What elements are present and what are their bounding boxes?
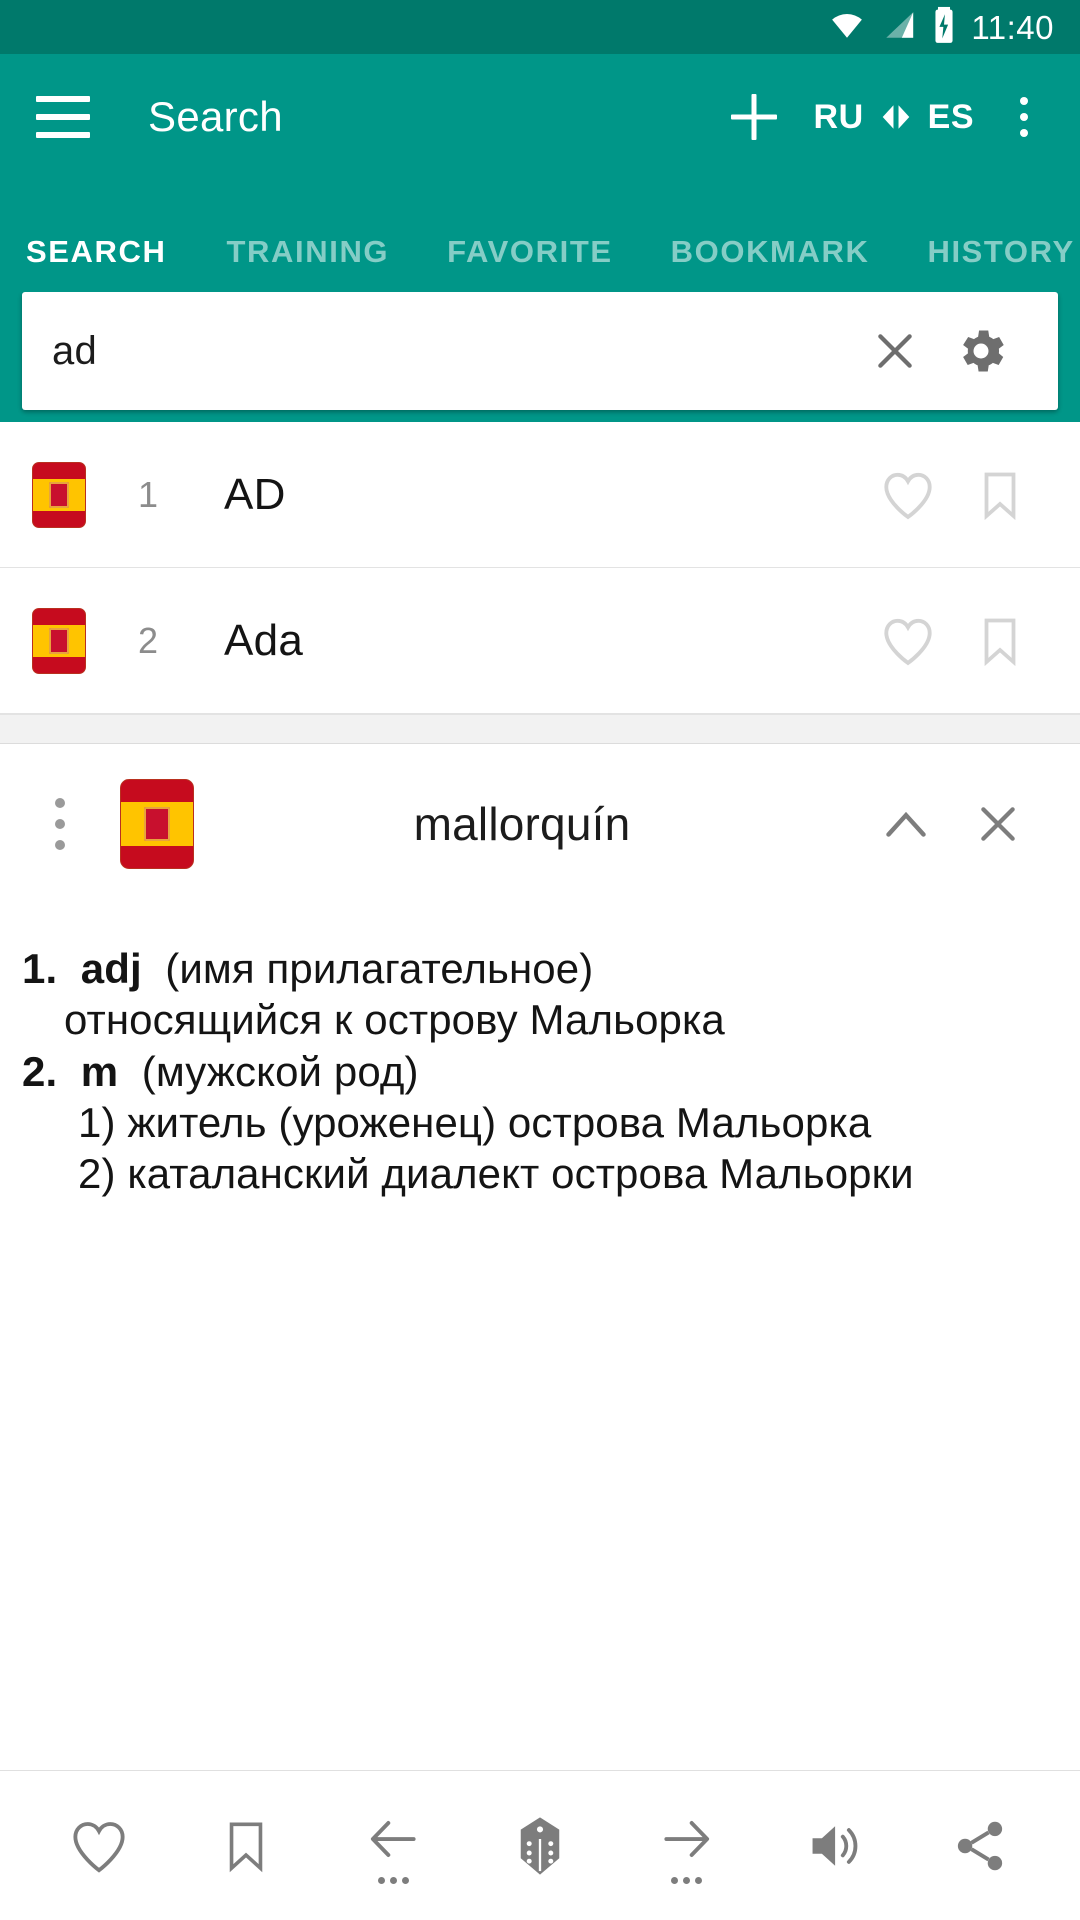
list-divider bbox=[0, 714, 1080, 744]
close-x-icon[interactable] bbox=[952, 778, 1044, 870]
heart-outline-icon[interactable] bbox=[862, 449, 954, 541]
entry-detail-spacer bbox=[0, 1203, 1080, 1770]
wifi-icon bbox=[827, 8, 867, 47]
definition-number: 1. bbox=[22, 945, 58, 992]
close-x-icon[interactable] bbox=[852, 308, 938, 394]
status-bar: 11:40 bbox=[0, 0, 1080, 54]
bookmark-outline-icon[interactable] bbox=[190, 1790, 302, 1902]
arrow-right-icon[interactable] bbox=[631, 1790, 743, 1902]
part-of-speech-gloss: (имя прилагательное) bbox=[165, 945, 594, 992]
more-dots-icon bbox=[377, 1876, 409, 1884]
entry-detail-header: mallorquín bbox=[0, 744, 1080, 904]
plus-icon[interactable] bbox=[722, 85, 786, 149]
part-of-speech-gloss: (мужской род) bbox=[141, 1047, 419, 1095]
language-switcher[interactable]: RU ES bbox=[814, 98, 974, 137]
vertical-dots-icon[interactable] bbox=[28, 781, 92, 867]
vertical-dots-icon[interactable] bbox=[996, 85, 1052, 149]
app-screen: 11:40 Search RU ES SEARCH TRAINING FAVOR… bbox=[0, 0, 1080, 1920]
language-source: RU bbox=[813, 97, 864, 136]
chevron-up-icon[interactable] bbox=[860, 778, 952, 870]
definition-line: относящийся к острову Мальорка bbox=[64, 996, 725, 1044]
part-of-speech: adj bbox=[80, 945, 142, 992]
arrow-left-icon[interactable] bbox=[337, 1790, 449, 1902]
definition-line: 2) каталанский диалект острова Мальорки bbox=[78, 1150, 914, 1198]
table-row[interactable]: 1 AD bbox=[0, 422, 1080, 568]
table-row[interactable]: 2 Ada bbox=[0, 568, 1080, 714]
definition-line: 2. m (мужской род) bbox=[22, 1049, 1052, 1094]
entry-definitions: 1. adj (имя прилагательное) относящийся … bbox=[0, 904, 1080, 1203]
hamburger-menu-icon[interactable] bbox=[36, 96, 90, 138]
tab-bar: SEARCH TRAINING FAVORITE BOOKMARK HISTOR… bbox=[0, 180, 1080, 292]
speaker-volume-icon[interactable] bbox=[778, 1790, 890, 1902]
app-bar: Search RU ES bbox=[0, 54, 1080, 180]
result-word: AD bbox=[224, 469, 286, 519]
cellular-signal-icon bbox=[880, 8, 918, 47]
share-icon[interactable] bbox=[924, 1790, 1036, 1902]
spain-flag-icon bbox=[32, 607, 86, 674]
result-index: 2 bbox=[137, 619, 159, 661]
battery-charging-icon bbox=[931, 6, 957, 49]
definition-line: 1. adj (имя прилагательное) bbox=[22, 946, 1052, 991]
result-word: Ada bbox=[224, 615, 304, 665]
page-title: Search bbox=[148, 93, 283, 140]
entry-title: mallorquín bbox=[413, 798, 631, 850]
status-bar-icons bbox=[827, 6, 957, 49]
tab-search[interactable]: SEARCH bbox=[26, 234, 167, 270]
search-bar-container: ad bbox=[0, 292, 1080, 422]
part-of-speech: m bbox=[80, 1047, 119, 1095]
definition-number: 2. bbox=[22, 1047, 58, 1095]
entry-detail-card: mallorquín 1. adj (имя прилагательное) о… bbox=[0, 744, 1080, 1770]
status-bar-clock: 11:40 bbox=[971, 8, 1054, 46]
swap-arrows-icon bbox=[876, 98, 916, 136]
search-input[interactable]: ad bbox=[52, 329, 852, 374]
tab-training[interactable]: TRAINING bbox=[227, 234, 390, 270]
spain-flag-icon bbox=[32, 461, 86, 528]
language-target: ES bbox=[927, 97, 974, 136]
tab-favorite[interactable]: FAVORITE bbox=[447, 234, 613, 270]
dice-icon[interactable] bbox=[484, 1790, 596, 1902]
definition-line: 1) житель (уроженец) острова Мальорка bbox=[78, 1099, 872, 1147]
bookmark-outline-icon[interactable] bbox=[954, 595, 1046, 687]
search-results-list: 1 AD 2 Ada bbox=[0, 422, 1080, 744]
bookmark-outline-icon[interactable] bbox=[954, 449, 1046, 541]
tab-bookmark[interactable]: BOOKMARK bbox=[671, 234, 870, 270]
spain-flag-icon bbox=[120, 779, 194, 869]
tab-history[interactable]: HISTORY bbox=[927, 234, 1074, 270]
bottom-toolbar bbox=[0, 1770, 1080, 1920]
search-card: ad bbox=[22, 292, 1058, 410]
result-index: 1 bbox=[137, 473, 159, 515]
heart-outline-icon[interactable] bbox=[862, 595, 954, 687]
gear-icon[interactable] bbox=[938, 308, 1024, 394]
heart-outline-icon[interactable] bbox=[43, 1790, 155, 1902]
more-dots-icon bbox=[671, 1876, 703, 1884]
